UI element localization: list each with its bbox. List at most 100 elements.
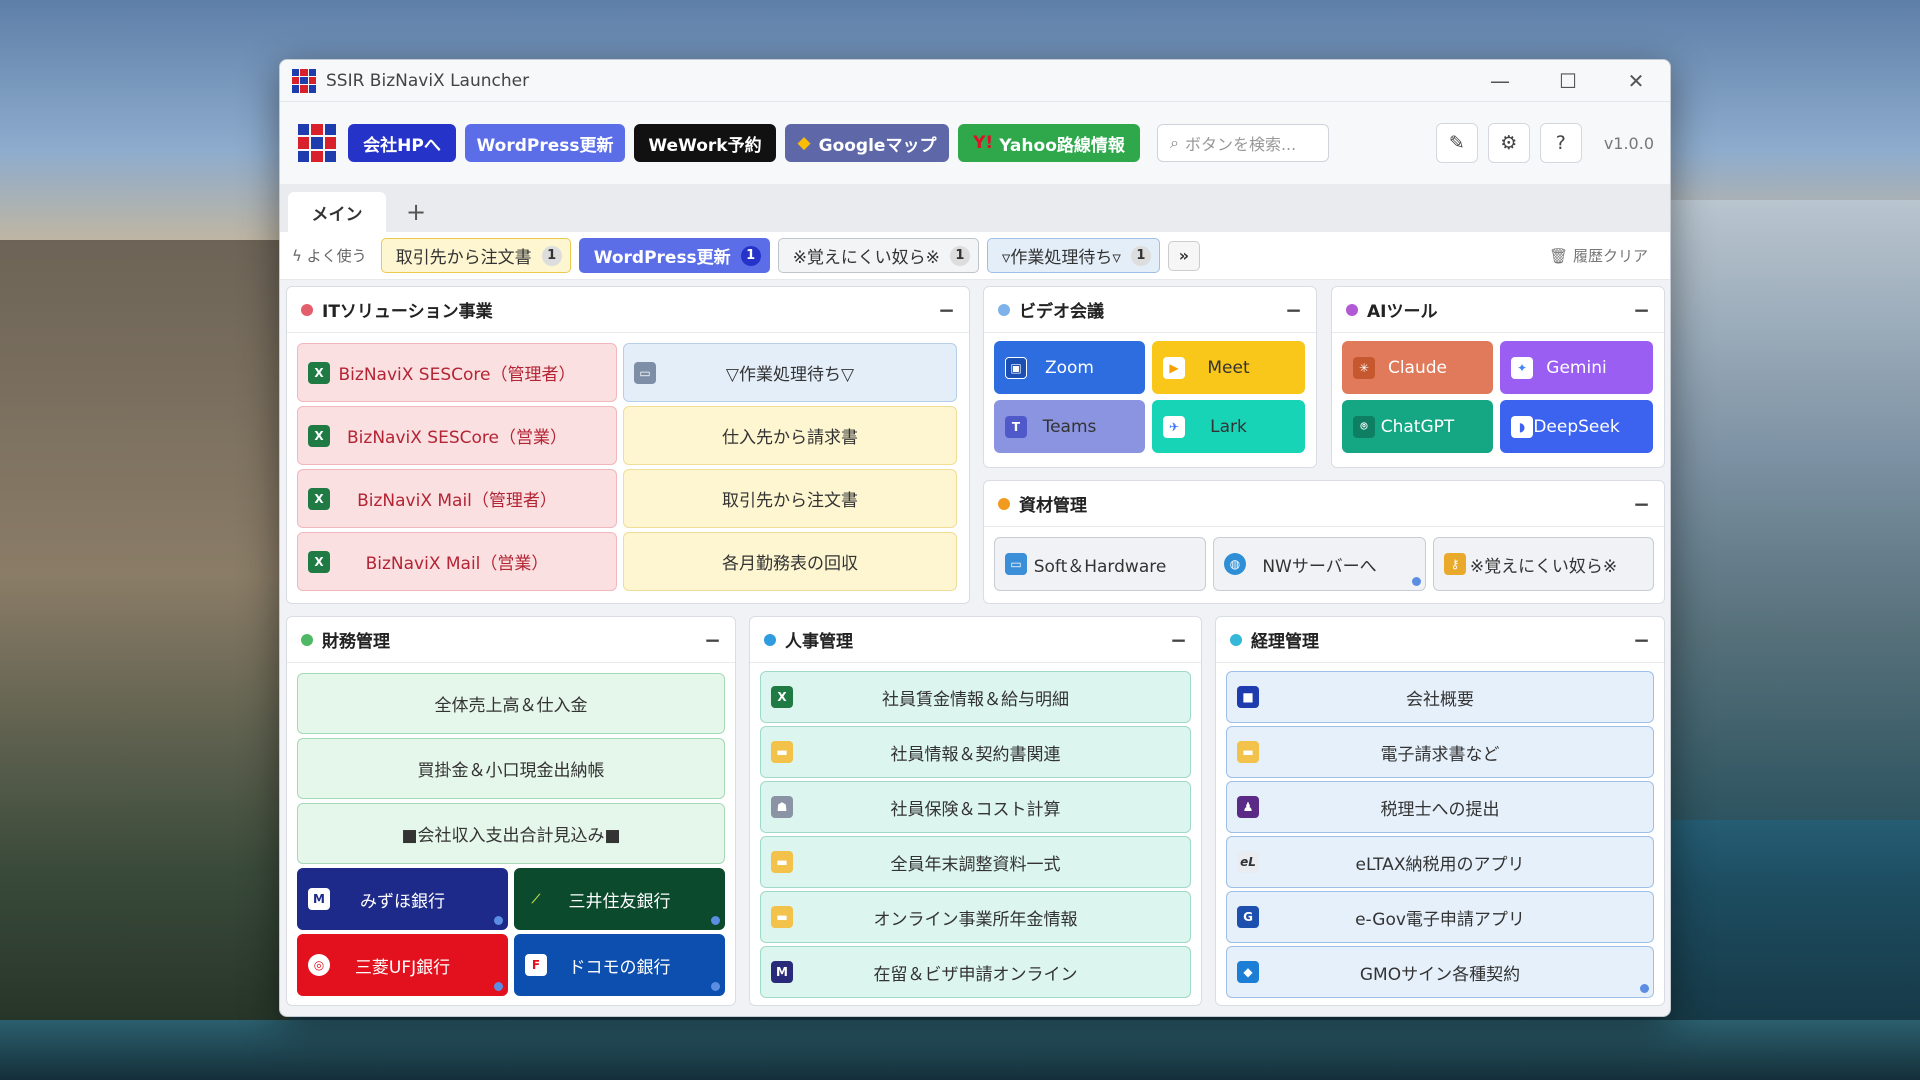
gear-icon[interactable]: ⚙ xyxy=(1487,123,1530,163)
teams-icon: T xyxy=(1005,415,1027,438)
collapse-icon[interactable]: − xyxy=(938,298,955,322)
tile-sescore-admin[interactable]: X BizNaviX SESCore（管理者） xyxy=(297,343,617,402)
panel-hr: 人事管理 − X 社員賃金情報＆給与明細 ▬ 社員情報＆契約書関連 ☗ 社員保険＆コスト… xyxy=(749,616,1202,1006)
yahoo-transit-button[interactable]: Y! Yahoo路線情報 xyxy=(958,124,1140,162)
collapse-icon[interactable]: − xyxy=(704,628,721,652)
collapse-icon[interactable]: − xyxy=(1170,628,1187,652)
tile-teams[interactable]: T Teams xyxy=(994,400,1145,453)
clear-history-button[interactable]: 🗑 履歴クリア xyxy=(1549,245,1648,266)
tile-client-order[interactable]: 取引先から注文書 xyxy=(623,469,957,528)
tile-employee-contracts[interactable]: ▬ 社員情報＆契約書関連 xyxy=(760,726,1191,778)
tile-label: ▽作業処理待ち▽ xyxy=(725,365,855,385)
collapse-icon[interactable]: − xyxy=(1633,298,1650,322)
excel-icon: X xyxy=(308,361,330,384)
tile-total-sales[interactable]: 全体売上高＆仕入金 xyxy=(297,673,725,734)
google-maps-button[interactable]: ◆ Googleマップ xyxy=(785,124,949,162)
panel-ai-tools: AIツール − ✳ Claude ✦ Gemini ⌾ ChatGPT ◗ DeepSee… xyxy=(1331,286,1665,468)
window-title: SSIR BizNaviX Launcher xyxy=(326,70,530,91)
tile-label: Gemini xyxy=(1546,357,1607,378)
tile-supplier-invoice[interactable]: 仕入先から請求書 xyxy=(623,406,957,465)
collapse-icon[interactable]: − xyxy=(1285,298,1302,322)
tile-label: 三菱UFJ銀行 xyxy=(354,957,451,978)
tile-smbc-bank[interactable]: ⟋ 三井住友銀行 xyxy=(514,868,725,930)
fav-chip-order[interactable]: 取引先から注文書 1 xyxy=(380,238,571,273)
tile-pension-info[interactable]: ▬ オンライン事業所年金情報 xyxy=(760,891,1191,943)
tile-accounts-payable[interactable]: 買掛金＆小口現金出納帳 xyxy=(297,738,725,799)
maximize-icon[interactable]: ☐ xyxy=(1534,60,1602,102)
yahoo-icon: Y! xyxy=(973,133,994,153)
tile-visa-application[interactable]: M 在留＆ビザ申請オンライン xyxy=(760,946,1191,998)
tile-e-invoice[interactable]: ▬ 電子請求書など xyxy=(1226,726,1654,778)
add-tab-button[interactable]: + xyxy=(396,192,436,232)
panel-title: AIツール xyxy=(1367,302,1438,322)
computer-icon: ▭ xyxy=(1005,553,1027,575)
tile-lark[interactable]: ✈ Lark xyxy=(1152,400,1305,453)
panel-dot-icon xyxy=(998,497,1010,510)
meet-icon: ▶ xyxy=(1163,356,1185,379)
tile-year-end-adjustment[interactable]: ▬ 全員年末調整資料一式 xyxy=(760,836,1191,888)
help-icon[interactable]: ? xyxy=(1539,123,1582,163)
tile-tax-accountant[interactable]: ♟ 税理士への提出 xyxy=(1226,781,1654,833)
search-input[interactable]: ⌕ ボタンを検索... xyxy=(1157,124,1329,162)
immigration-icon: M xyxy=(771,961,793,983)
badge-dot xyxy=(711,982,720,991)
tile-income-forecast[interactable]: ■会社収入支出合計見込み■ xyxy=(297,803,725,864)
tile-deepseek[interactable]: ◗ DeepSeek xyxy=(1500,400,1653,453)
tile-eltax[interactable]: eL eLTAX納税用のアプリ xyxy=(1226,836,1654,888)
panel-accounting: 経理管理 − ■ 会社概要 ▬ 電子請求書など ♟ 税理士への提出 eL eLTAX納税用… xyxy=(1215,616,1665,1006)
company-hp-button[interactable]: 会社HPへ xyxy=(348,124,456,162)
tile-monthly-timesheet[interactable]: 各月勤務表の回収 xyxy=(623,532,957,591)
clear-history-label: 履歴クリア xyxy=(1572,247,1648,265)
tile-mizuho-bank[interactable]: M みずほ銀行 xyxy=(297,868,508,930)
tile-claude[interactable]: ✳ Claude xyxy=(1342,341,1493,394)
company-logo-icon: ■ xyxy=(1237,686,1259,708)
key-icon: ⚷ xyxy=(1444,553,1466,575)
more-favorites-button[interactable]: » xyxy=(1167,240,1200,271)
collapse-icon[interactable]: − xyxy=(1633,628,1650,652)
wordpress-update-button[interactable]: WordPress更新 xyxy=(465,124,625,162)
favorites-bar: ϟ よく使う 取引先から注文書 1 WordPress更新 1 ※覚えにくい奴ら※ 1… xyxy=(280,232,1670,280)
tile-gmo-sign[interactable]: ◆ GMOサイン各種契約 xyxy=(1226,946,1654,998)
tile-label: DeepSeek xyxy=(1533,416,1620,437)
folder-icon: ▬ xyxy=(771,851,793,873)
fav-chip-hard-to-remember[interactable]: ※覚えにくい奴ら※ 1 xyxy=(777,238,979,273)
collapse-icon[interactable]: − xyxy=(1633,492,1650,516)
wework-reserve-button[interactable]: WeWork予約 xyxy=(634,124,776,162)
tile-mufg-bank[interactable]: ◎ 三菱UFJ銀行 xyxy=(297,934,508,996)
trash-icon: 🗑 xyxy=(1549,247,1573,265)
tile-chatgpt[interactable]: ⌾ ChatGPT xyxy=(1342,400,1493,453)
fav-chip-label: 取引先から注文書 xyxy=(395,248,532,268)
tile-gemini[interactable]: ✦ Gemini xyxy=(1500,341,1653,394)
gmo-sign-icon: ◆ xyxy=(1237,961,1259,983)
tile-zoom[interactable]: ▣ Zoom xyxy=(994,341,1145,394)
minimize-icon[interactable]: — xyxy=(1466,60,1534,102)
tile-egov[interactable]: Ge-Gov電子申請アプリ xyxy=(1226,891,1654,943)
tile-company-overview[interactable]: ■ 会社概要 xyxy=(1226,671,1654,723)
panel-dot-icon xyxy=(301,303,313,316)
tile-meet[interactable]: ▶ Meet xyxy=(1152,341,1305,394)
panel-title: 経理管理 xyxy=(1251,632,1319,652)
tile-docomo-bank[interactable]: F ドコモの銀行 xyxy=(514,934,725,996)
tile-soft-hardware[interactable]: ▭ Soft＆Hardware xyxy=(994,537,1206,591)
excel-icon: X xyxy=(308,487,330,510)
tile-hard-to-remember[interactable]: ⚷ ※覚えにくい奴ら※ xyxy=(1433,537,1654,591)
fav-chip-label: ※覚えにくい奴ら※ xyxy=(792,248,940,268)
tile-sescore-sales[interactable]: X BizNaviX SESCore（営業） xyxy=(297,406,617,465)
tab-main[interactable]: メイン xyxy=(288,192,386,232)
tile-insurance-cost[interactable]: ☗ 社員保険＆コスト計算 xyxy=(760,781,1191,833)
panel-it-solutions: ITソリューション事業 − X BizNaviX SESCore（管理者） ▭ ▽作業… xyxy=(286,286,970,604)
tile-mail-admin[interactable]: X BizNaviX Mail（管理者） xyxy=(297,469,617,528)
tile-pending-work[interactable]: ▭ ▽作業処理待ち▽ xyxy=(623,343,957,402)
fav-chip-pending-work[interactable]: ▿作業処理待ち▿ 1 xyxy=(986,238,1160,273)
panel-dot-icon xyxy=(1230,633,1242,646)
fav-chip-wordpress[interactable]: WordPress更新 1 xyxy=(578,238,770,273)
tile-nw-server[interactable]: ◍ NWサーバーへ xyxy=(1213,537,1426,591)
tile-label: 取引先から注文書 xyxy=(722,491,858,511)
tile-mail-sales[interactable]: X BizNaviX Mail（営業） xyxy=(297,532,617,591)
tile-label: みずほ銀行 xyxy=(360,891,445,912)
edit-icon[interactable]: ✎ xyxy=(1435,123,1478,163)
close-icon[interactable]: ✕ xyxy=(1602,60,1670,102)
tile-salary-info[interactable]: X 社員賃金情報＆給与明細 xyxy=(760,671,1191,723)
robot-icon: ☗ xyxy=(771,796,793,818)
panel-title: ITソリューション事業 xyxy=(322,302,493,322)
